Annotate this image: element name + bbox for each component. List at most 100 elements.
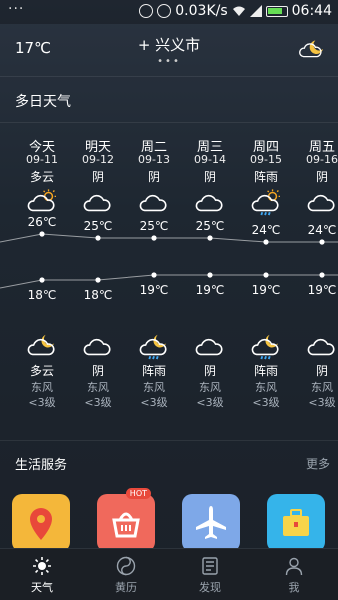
low-temp-point — [207, 272, 213, 278]
service-travel[interactable] — [267, 494, 325, 552]
day-date: 09-14 — [194, 153, 226, 166]
hot-badge: HOT — [125, 488, 151, 499]
rain-sun-icon — [251, 189, 280, 216]
tab-me[interactable]: 我 — [252, 549, 336, 600]
day-date: 09-12 — [82, 153, 114, 166]
wind-direction: 东风 — [311, 381, 333, 394]
low-temperature: 19℃ — [251, 283, 281, 297]
wifi-icon — [232, 6, 245, 16]
low-temperature: 19℃ — [195, 283, 225, 297]
day-name: 明天 — [84, 140, 111, 155]
page-indicator: ••• — [157, 56, 181, 67]
wind-direction: 东风 — [143, 381, 165, 394]
tab-discover[interactable]: 发现 — [168, 549, 252, 600]
wind-level: <3级 — [196, 396, 224, 409]
tab-me-label: 我 — [288, 581, 300, 594]
forecast-day-column: 周三 09-14 阴 — [182, 136, 238, 216]
low-temperature: 19℃ — [139, 283, 169, 297]
high-temperature: 25℃ — [83, 219, 113, 233]
tab-weather-label: 天气 — [31, 581, 53, 594]
tab-almanac[interactable]: 黄历 — [84, 549, 168, 600]
network-speed: 0.03K/s — [175, 3, 228, 19]
status-menu-dots: ··· — [8, 1, 25, 17]
service-flight[interactable] — [182, 494, 240, 552]
tab-weather[interactable]: 天气 — [0, 549, 84, 600]
high-temp-point — [263, 239, 269, 245]
day-date: 09-15 — [250, 153, 282, 166]
high-temp-point — [207, 235, 213, 241]
wind-direction: 东风 — [87, 381, 109, 394]
high-temperature: 25℃ — [195, 219, 225, 233]
status-bar: ··· 0.03K/s 06:44 — [0, 0, 338, 24]
wind-direction: 东风 — [255, 381, 277, 394]
rain-moon-icon — [251, 334, 279, 360]
sun-icon — [33, 557, 51, 575]
life-divider — [0, 440, 338, 441]
wind-level: <3级 — [84, 396, 112, 409]
night-condition: 阴 — [203, 364, 216, 378]
cloud-icon — [139, 194, 167, 212]
cloud-icon — [307, 338, 335, 356]
low-temp-point — [319, 272, 325, 278]
wind-level: <3级 — [140, 396, 168, 409]
airplane-icon — [196, 506, 226, 539]
tab-discover-label: 发现 — [199, 581, 221, 594]
service-shopping[interactable]: HOT — [97, 488, 155, 552]
signal-icon — [249, 5, 262, 17]
status-time: 06:44 — [291, 3, 332, 19]
low-temp-point — [263, 272, 269, 278]
low-temp-point — [39, 277, 45, 283]
night-condition: 阴 — [91, 364, 104, 378]
day-name: 周三 — [196, 140, 223, 155]
wind-level: <3级 — [28, 396, 56, 409]
city-selector[interactable]: + 兴义市 — [0, 34, 338, 55]
bottom-tab-bar: 天气 黄历 发现 我 — [0, 548, 338, 600]
day-name: 今天 — [28, 140, 55, 155]
cloud-moon-icon — [299, 40, 323, 58]
night-condition: 阵雨 — [141, 364, 166, 378]
tab-almanac-label: 黄历 — [115, 581, 137, 594]
low-temperature: 19℃ — [307, 283, 337, 297]
cloud-icon — [83, 194, 111, 212]
cloud-moon-icon — [27, 334, 55, 356]
high-temp-point — [151, 235, 157, 241]
day-condition: 多云 — [29, 170, 54, 184]
high-temperature: 25℃ — [139, 219, 169, 233]
forecast-day-column: 周二 09-13 阴 — [126, 136, 182, 216]
news-icon — [202, 557, 218, 575]
multi-day-forecast[interactable]: 今天 09-11 多云 26℃ 18℃ 多云 东风 <3级 明天 09-12 阴 25℃ 18℃ 阴东风 <… — [0, 130, 338, 420]
forecast-day-column: 周四 09-15 阵雨 — [238, 136, 294, 216]
high-temp-point — [39, 231, 45, 237]
high-temperature: 24℃ — [251, 223, 281, 237]
forecast-divider — [0, 122, 338, 123]
night-condition: 多云 — [29, 364, 54, 378]
high-temperature: 26℃ — [27, 215, 57, 229]
day-name: 周四 — [252, 140, 279, 155]
rain-moon-icon — [139, 334, 167, 360]
location-pin-icon — [30, 508, 52, 540]
yin-yang-icon — [116, 556, 136, 576]
low-temp-point — [151, 272, 157, 278]
day-condition: 阴 — [91, 170, 104, 184]
high-temp-point — [319, 239, 325, 245]
night-condition: 阴 — [315, 364, 328, 378]
cloud-icon — [195, 338, 223, 356]
high-temperature: 24℃ — [307, 223, 337, 237]
forecast-day-column: 明天 09-12 阴 — [70, 136, 126, 216]
day-date: 09-16 — [306, 153, 338, 166]
day-condition: 阴 — [315, 170, 328, 184]
cloud-icon — [83, 338, 111, 356]
cloud-icon — [307, 194, 335, 212]
service-location[interactable] — [12, 494, 70, 552]
more-link[interactable]: 更多 — [306, 455, 330, 472]
night-condition: 阵雨 — [253, 364, 278, 378]
wind-level: <3级 — [308, 396, 336, 409]
day-condition: 阴 — [147, 170, 160, 184]
person-icon — [285, 557, 303, 576]
day-name: 周二 — [140, 140, 167, 155]
low-temp-point — [95, 277, 101, 283]
forecast-section-title: 多日天气 — [15, 94, 71, 110]
day-name: 周五 — [308, 140, 335, 155]
low-temperature: 18℃ — [27, 288, 57, 302]
wind-level: <3级 — [252, 396, 280, 409]
